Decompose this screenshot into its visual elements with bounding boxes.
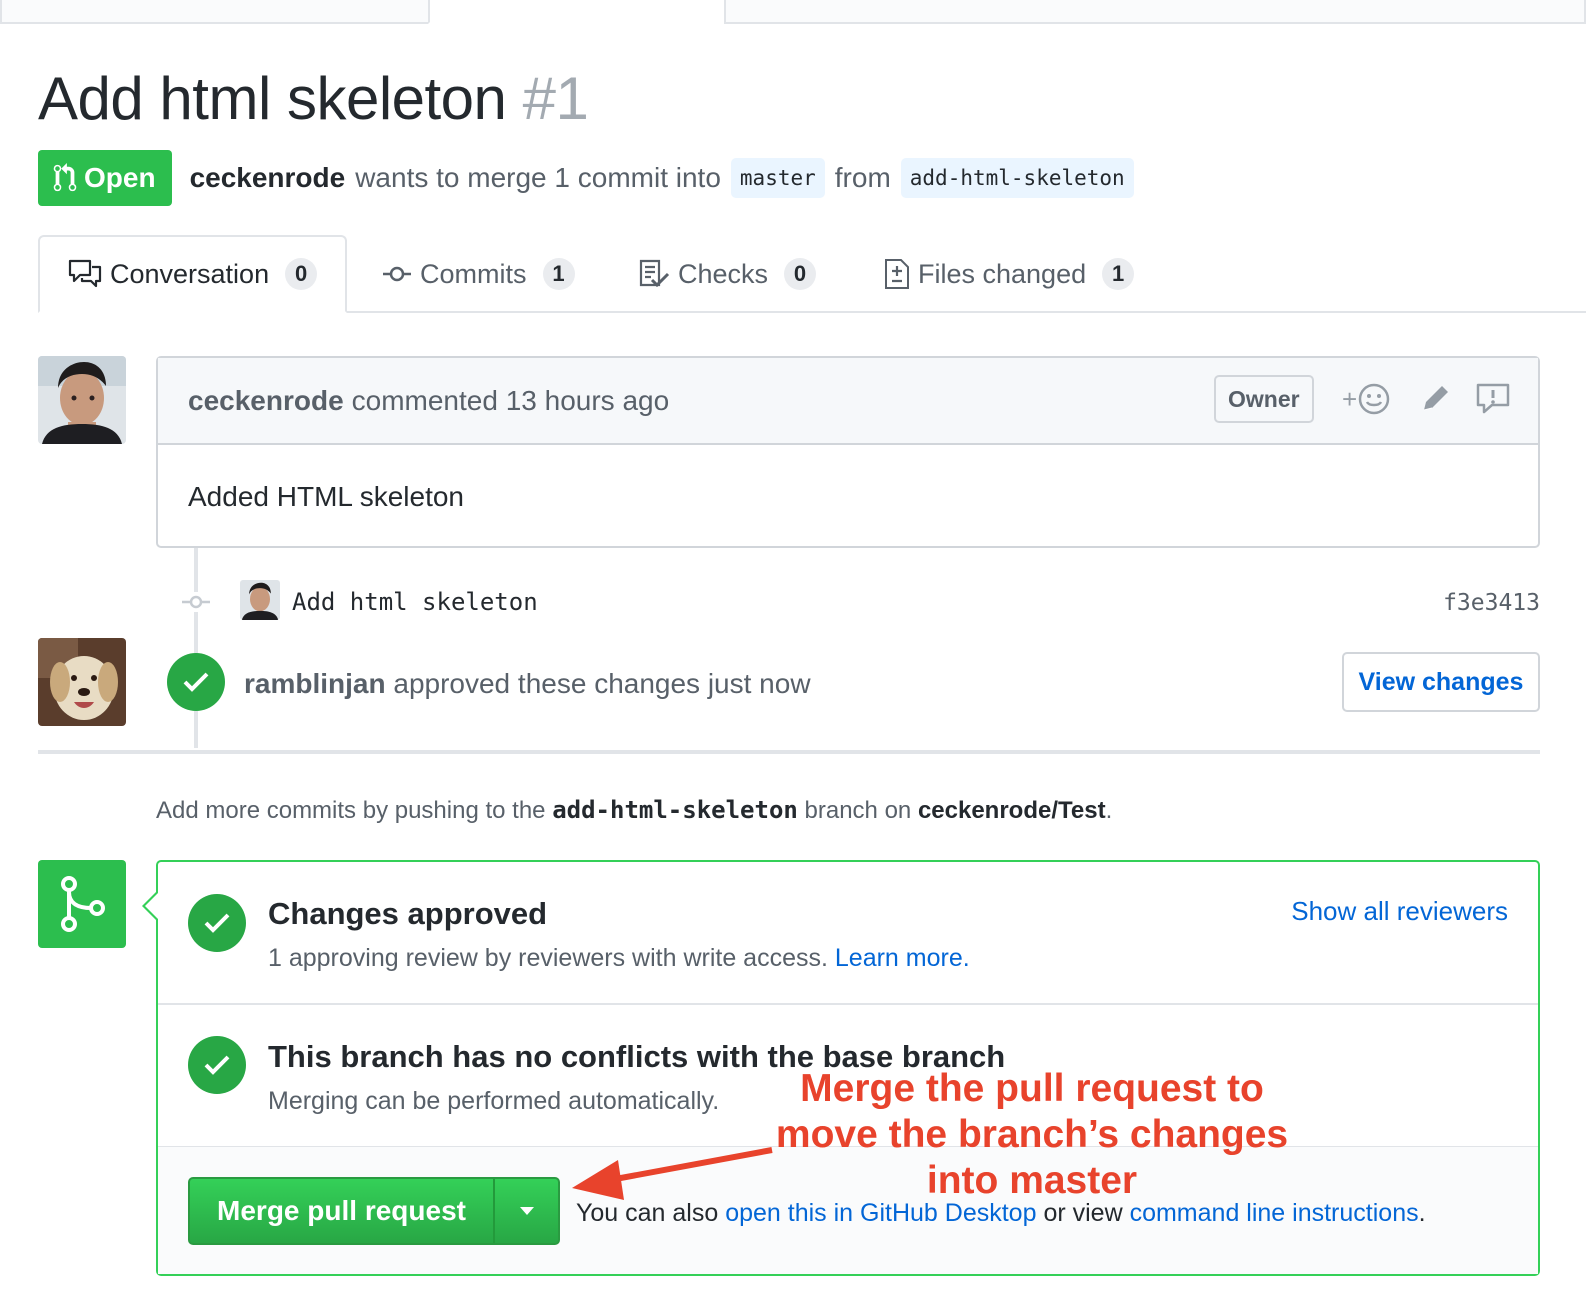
triangle-down-icon: [519, 1207, 534, 1215]
status-badge: Open: [38, 150, 172, 206]
report-icon[interactable]: [1476, 382, 1510, 416]
check-circle-icon: [167, 653, 225, 711]
repo-nav-strip: [0, 0, 1586, 24]
annotation-line: move the branch’s changes: [775, 1113, 1289, 1156]
comment-box: ceckenrode commented 13 hours ago Owner …: [156, 356, 1540, 548]
add-reaction-icon[interactable]: +: [1342, 382, 1390, 416]
from-word: from: [834, 162, 891, 193]
repo-nav-tab[interactable]: [724, 0, 1586, 24]
merge-description: wants to merge 1 commit into: [355, 162, 721, 193]
annotation-line: Merge the pull request to: [800, 1067, 1264, 1110]
comment-body: Added HTML skeleton: [188, 481, 464, 512]
repo-nav-tab-active[interactable]: [428, 0, 726, 24]
learn-more-link[interactable]: Learn more.: [835, 944, 970, 972]
annotation-callout: Merge the pull request to move the branc…: [772, 1066, 1292, 1204]
git-merge-icon: [38, 860, 126, 948]
approved-title: Changes approved: [268, 896, 548, 931]
merge-pull-request-button[interactable]: Merge pull request: [190, 1179, 495, 1243]
comment-author[interactable]: ceckenrode: [188, 385, 344, 417]
push-hint-middle: branch on: [804, 797, 912, 824]
commit-author-avatar[interactable]: [240, 580, 280, 620]
approved-subtitle: 1 approving review by reviewers with wri…: [268, 944, 970, 973]
push-hint-repo: ceckenrode/Test: [917, 797, 1106, 824]
tab-conversation[interactable]: Conversation 0: [38, 235, 348, 313]
tab-label: Commits: [420, 258, 527, 289]
tab-counter: 0: [285, 258, 318, 290]
check-circle-icon: [188, 1036, 246, 1094]
base-branch[interactable]: master: [730, 158, 825, 198]
pr-author-link[interactable]: ceckenrode: [190, 162, 346, 194]
tab-counter: 1: [1102, 258, 1135, 290]
view-changes-button[interactable]: View changes: [1342, 652, 1540, 712]
tab-commits[interactable]: Commits 1: [382, 235, 575, 313]
push-hint-suffix: .: [1105, 797, 1113, 824]
tab-files-changed[interactable]: Files changed 1: [884, 235, 1135, 313]
reviewer-link[interactable]: ramblinjan: [244, 668, 386, 699]
commit-icon: [382, 264, 412, 284]
push-hint-prefix: Add more commits by pushing to the: [156, 797, 546, 824]
pencil-icon[interactable]: [1420, 382, 1450, 414]
page-title: Add html skeleton #1: [38, 64, 589, 133]
timeline-divider: [38, 750, 1540, 754]
show-all-reviewers-link[interactable]: Show all reviewers: [1291, 896, 1508, 927]
commit-icon: [180, 592, 212, 617]
pr-meta: Open ceckenrode wants to merge 1 commit …: [38, 150, 1142, 206]
conflict-subtitle: Merging can be performed automatically.: [268, 1087, 720, 1115]
commit-message-link[interactable]: Add html skeleton: [292, 588, 538, 616]
comment-discussion-icon: [68, 259, 102, 289]
commit-item: Add html skeleton f3e3413: [0, 578, 1586, 628]
merge-method-dropdown[interactable]: [495, 1179, 558, 1243]
review-status-section: Changes approved 1 approving review by r…: [158, 862, 1538, 1005]
pr-number: #1: [522, 65, 589, 132]
push-hint-branch: add-html-skeleton: [552, 796, 798, 824]
push-hint: Add more commits by pushing to the add-h…: [156, 796, 1112, 825]
review-description: approved these changes just now: [393, 668, 811, 699]
diff-icon: [884, 258, 910, 290]
pr-tabs: Conversation 0 Commits 1 Checks 0 Files …: [0, 235, 1586, 313]
tab-counter: 1: [542, 258, 575, 290]
tab-label: Files changed: [918, 258, 1087, 289]
comment-header: ceckenrode commented 13 hours ago Owner …: [158, 358, 1538, 445]
annotation-line: into master: [926, 1159, 1138, 1202]
head-branch[interactable]: add-html-skeleton: [900, 158, 1134, 198]
tab-label: Conversation: [110, 258, 270, 289]
annotation-arrow-icon: [572, 1147, 773, 1200]
git-pull-request-icon: [53, 163, 77, 192]
status-badge-label: Open: [84, 162, 156, 193]
also-suffix: .: [1418, 1199, 1426, 1227]
pr-title-text: Add html skeleton: [38, 65, 507, 132]
tab-label: Checks: [678, 258, 769, 289]
avatar[interactable]: [38, 356, 126, 444]
repo-nav-tab[interactable]: [0, 0, 430, 24]
tab-checks[interactable]: Checks 0: [638, 235, 817, 313]
review-item: ramblinjan approved these changes just n…: [0, 638, 1586, 728]
check-circle-icon: [188, 894, 246, 952]
tab-counter: 0: [784, 258, 817, 290]
commit-sha-link[interactable]: f3e3413: [1443, 590, 1540, 616]
approved-description: 1 approving review by reviewers with wri…: [268, 944, 828, 972]
review-text: ramblinjan approved these changes just n…: [244, 668, 811, 700]
owner-badge: Owner: [1214, 375, 1314, 423]
checklist-icon: [638, 259, 670, 289]
comment-timestamp[interactable]: commented 13 hours ago: [352, 385, 670, 417]
reaction-plus: +: [1342, 384, 1358, 414]
merge-button-group: Merge pull request: [188, 1177, 560, 1245]
